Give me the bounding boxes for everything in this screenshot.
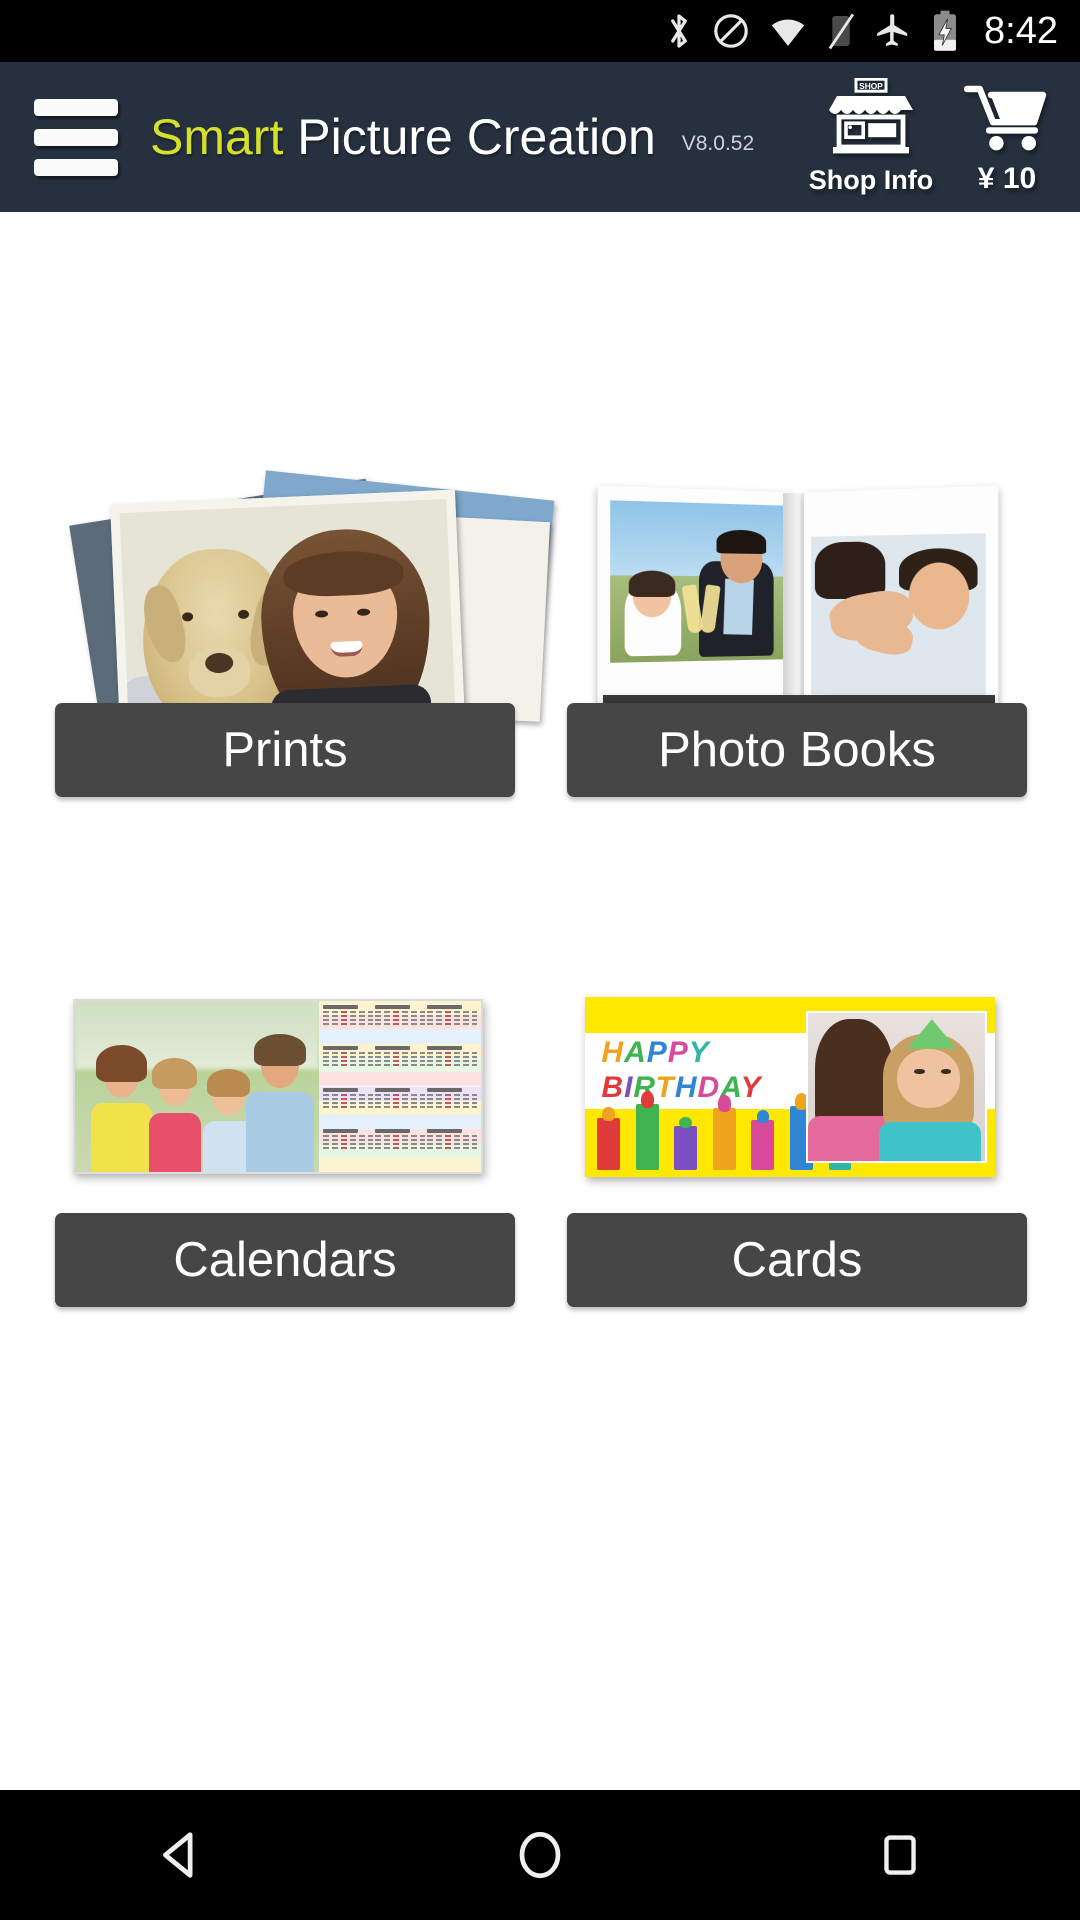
app-header: Smart Picture Creation V8.0.52 SHOP Shop… <box>0 62 1080 212</box>
cart-amount: ¥ 10 <box>977 162 1037 195</box>
tile-label-photo-books: Photo Books <box>567 703 1027 797</box>
cards-artwork: HAPPY BIRTHDAY <box>585 997 995 1177</box>
version-label: V8.0.52 <box>681 132 755 155</box>
card-kid-photo <box>806 1011 987 1163</box>
svg-text:SHOP: SHOP <box>859 81 883 91</box>
app-title-brand: Smart <box>150 109 284 165</box>
shop-info-button[interactable]: SHOP Shop Info <box>806 77 936 196</box>
hamburger-menu-icon[interactable] <box>34 98 118 176</box>
candle <box>597 1107 621 1170</box>
tile-label-text: Prints <box>222 723 348 777</box>
wifi-icon <box>768 12 808 50</box>
recents-square-icon[interactable] <box>825 1790 975 1920</box>
cart-button[interactable]: ¥ 10 <box>952 84 1062 196</box>
book-page-left <box>597 485 793 711</box>
tile-label-text: Calendars <box>173 1233 397 1287</box>
app-title-rest: Picture Creation <box>283 109 656 165</box>
card-line-1: HAPPY <box>601 1036 710 1070</box>
tile-calendars[interactable]: Calendars <box>55 977 515 1307</box>
candle <box>712 1095 736 1170</box>
status-bar-clock: 8:42 <box>984 9 1058 52</box>
shopping-cart-icon <box>963 84 1050 161</box>
candle <box>751 1109 775 1170</box>
calendar-board <box>73 999 483 1174</box>
calendar-month-grid <box>318 1001 481 1172</box>
tile-label-cards: Cards <box>567 1213 1027 1307</box>
tile-label-calendars: Calendars <box>55 1213 515 1307</box>
calendars-artwork <box>73 999 483 1174</box>
android-navigation-bar <box>0 1790 1080 1920</box>
book-page-right <box>803 485 999 711</box>
shop-info-label: Shop Info <box>808 165 934 195</box>
battery-charging-icon <box>930 10 960 52</box>
do-not-disturb-icon <box>712 12 750 50</box>
girl-illustration <box>257 525 435 726</box>
hamburger-bar <box>34 98 118 116</box>
cellular-signal-off-icon <box>826 12 856 50</box>
status-bar: 8:42 <box>0 0 1080 62</box>
tile-cards[interactable]: HAPPY BIRTHDAY Cards <box>567 977 1027 1307</box>
tile-label-prints: Prints <box>55 703 515 797</box>
airplane-mode-icon <box>874 12 912 50</box>
photo-books-artwork <box>597 485 999 739</box>
candle <box>674 1117 698 1170</box>
calendar-family-photo <box>75 1001 319 1172</box>
candle <box>635 1090 659 1170</box>
hamburger-bar <box>34 158 118 176</box>
hamburger-bar <box>34 128 118 146</box>
tile-photo-books[interactable]: Photo Books <box>567 467 1027 797</box>
photo-sheet-front <box>110 489 465 735</box>
product-grid: Prints Photo Books Calendars HAPPY BIRTH… <box>0 212 1080 1790</box>
bluetooth-icon <box>664 11 694 51</box>
tile-label-text: Cards <box>731 1233 863 1287</box>
tile-label-text: Photo Books <box>658 723 936 777</box>
home-circle-icon[interactable] <box>465 1790 615 1920</box>
tile-prints[interactable]: Prints <box>55 467 555 797</box>
app-title: Smart Picture Creation <box>150 108 656 166</box>
back-triangle-icon[interactable] <box>105 1790 255 1920</box>
storefront-icon: SHOP <box>827 77 915 163</box>
birthday-card: HAPPY BIRTHDAY <box>585 997 995 1177</box>
